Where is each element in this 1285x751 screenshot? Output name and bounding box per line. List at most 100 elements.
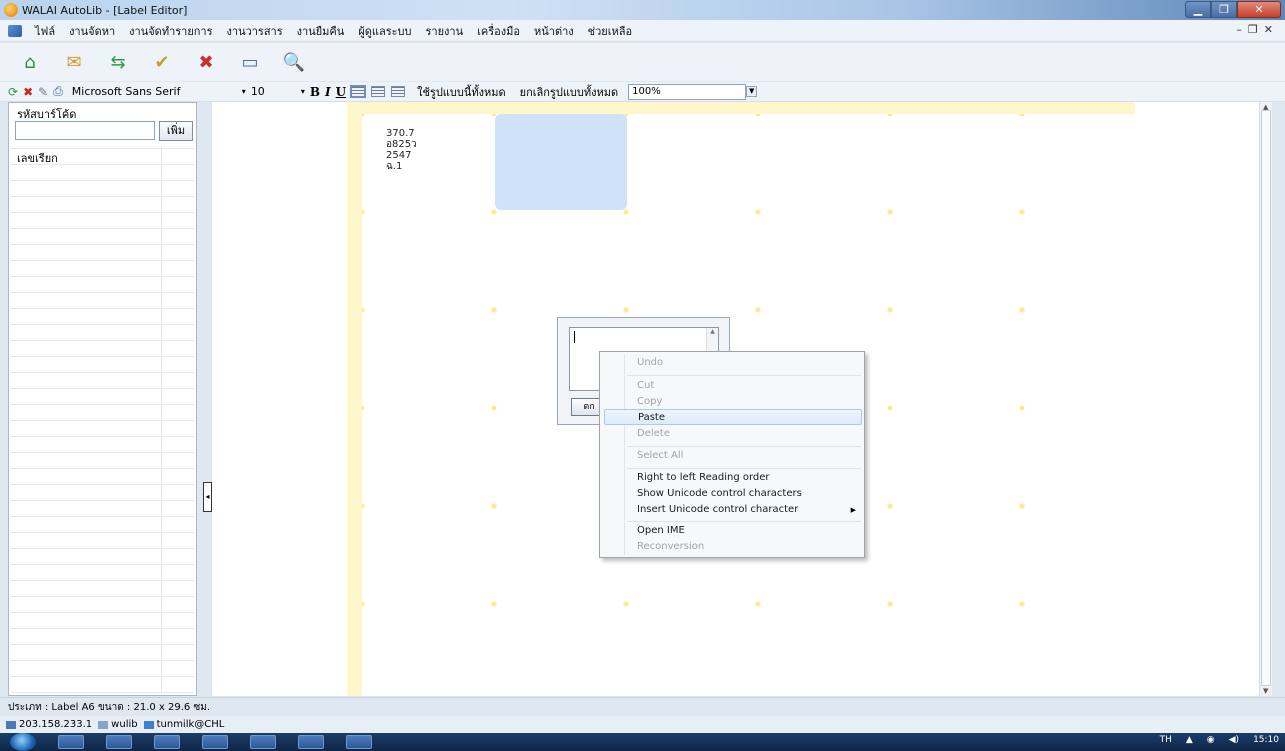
font-name-select[interactable]: Microsoft Sans Serif	[72, 85, 242, 98]
menu-item-show-unicode[interactable]: Show Unicode control characters	[622, 486, 862, 502]
zoom-select[interactable]: 100%	[628, 83, 747, 100]
tools-icon[interactable]: ✎	[38, 85, 48, 99]
align-left-icon[interactable]	[350, 85, 367, 98]
label-line: อ825ว	[386, 139, 417, 150]
main-toolbar: ⌂ ✉ ⇆ ✔ ✖ ▭ 🔍	[0, 43, 1285, 81]
label-type-status: ประเภท : Label A6 ขนาด : 21.0 x 29.6 ซม.	[8, 702, 211, 713]
taskbar: TH ▲ ◉ ◀) 15:10	[0, 733, 1285, 751]
apply-all-button[interactable]: ใช้รูปแบบนี้ทั้งหมด	[417, 83, 506, 101]
refresh-icon[interactable]: ⟳	[8, 85, 18, 99]
italic-button[interactable]: I	[325, 85, 331, 99]
menu-admin[interactable]: ผู้ดูแลระบบ	[351, 22, 418, 40]
minimize-button[interactable]: ▁	[1185, 1, 1211, 18]
close-button[interactable]: ✕	[1237, 1, 1281, 18]
title-bar: WALAI AutoLib - [Label Editor] ▁ ❐ ✕	[0, 0, 1285, 20]
mdi-child-icon[interactable]	[8, 24, 22, 37]
chevron-down-icon[interactable]: ▼	[746, 86, 758, 97]
taskbar-walai-icon[interactable]	[298, 735, 324, 749]
menu-serials[interactable]: งานวารสาร	[220, 22, 290, 40]
connection-status-bar: 203.158.233.1 wulib tunmilk@CHL	[0, 716, 1285, 733]
window-controls: ▁ ❐ ✕	[1185, 1, 1281, 18]
barcode-panel: รหัสบาร์โค้ด เพิ่ม เลขเรียก	[8, 102, 197, 696]
user-status: tunmilk@CHL	[143, 716, 224, 733]
cancel-icon[interactable]: ✖	[192, 48, 220, 76]
transfer-icon[interactable]: ⇆	[104, 48, 132, 76]
format-toolbar: ⟳ ✖ ✎ ⎙ Microsoft Sans Serif ▾ 10 ▾ B I …	[0, 82, 1285, 102]
menu-cataloging[interactable]: งานจัดทำรายการ	[122, 22, 219, 40]
menu-item-cut[interactable]: Cut	[622, 378, 862, 394]
taskbar-ie-icon[interactable]	[58, 735, 84, 749]
user-icon	[143, 720, 154, 729]
search-icon[interactable]: 🔍	[280, 48, 308, 76]
menu-item-paste[interactable]: Paste	[604, 409, 862, 425]
menu-tools[interactable]: เครื่องมือ	[470, 22, 527, 40]
clock[interactable]: 15:10	[1253, 735, 1279, 745]
chevron-down-icon[interactable]: ▾	[301, 87, 305, 96]
menu-help[interactable]: ช่วยเหลือ	[581, 22, 639, 40]
label-line: 2547	[386, 150, 412, 161]
server-icon	[6, 720, 16, 729]
server-status: 203.158.233.1	[6, 716, 92, 733]
label-line: 370.7	[386, 128, 415, 139]
font-size-select[interactable]: 10	[251, 85, 301, 98]
selected-label-cell[interactable]	[495, 114, 627, 210]
scroll-down-icon[interactable]: ▼	[1263, 687, 1268, 695]
menu-bar: ไฟล์ งานจัดหา งานจัดทำรายการ งานวารสาร ง…	[0, 20, 1285, 42]
maximize-button[interactable]: ❐	[1211, 1, 1237, 18]
volume-icon[interactable]: ◀)	[1229, 735, 1239, 745]
menu-acquisition[interactable]: งานจัดหา	[62, 22, 122, 40]
network-icon[interactable]: ◉	[1207, 735, 1215, 745]
menu-item-insert-unicode[interactable]: Insert Unicode control character	[622, 502, 862, 518]
scroll-thumb[interactable]	[1261, 110, 1271, 686]
book-icon[interactable]: ▭	[236, 48, 264, 76]
menu-item-rtl[interactable]: Right to left Reading order	[622, 470, 862, 486]
label-call-number-text[interactable]: 370.7 อ825ว 2547 ฉ.1	[386, 128, 417, 172]
align-right-icon[interactable]	[391, 86, 406, 97]
taskbar-app-icon[interactable]	[250, 735, 276, 749]
menu-separator	[627, 468, 861, 469]
database-icon	[98, 720, 109, 729]
menu-item-reconversion[interactable]: Reconversion	[622, 539, 862, 555]
menu-separator	[627, 521, 861, 522]
system-tray: TH ▲ ◉ ◀) 15:10	[1146, 735, 1279, 745]
menu-reports[interactable]: รายงาน	[419, 22, 471, 40]
taskbar-app-icon[interactable]	[154, 735, 180, 749]
menu-item-delete[interactable]: Delete	[622, 426, 862, 442]
cancel-all-button[interactable]: ยกเลิกรูปแบบทั้งหมด	[520, 83, 618, 101]
label-line: ฉ.1	[386, 161, 403, 172]
menu-separator	[627, 446, 861, 447]
inbox-icon[interactable]: ✉	[60, 48, 88, 76]
start-button[interactable]	[10, 733, 36, 751]
taskbar-app-icon[interactable]	[202, 735, 228, 749]
bold-button[interactable]: B	[310, 85, 320, 99]
print-icon[interactable]: ⎙	[53, 84, 63, 99]
menu-separator	[627, 375, 861, 376]
align-center-icon[interactable]	[371, 86, 386, 97]
splitter-collapse-handle[interactable]: ◂	[203, 482, 212, 512]
delete-icon[interactable]: ✖	[23, 85, 33, 99]
window-title: WALAI AutoLib - [Label Editor]	[22, 3, 188, 17]
underline-button[interactable]: U	[336, 85, 346, 99]
menu-item-copy[interactable]: Copy	[622, 394, 862, 410]
menu-item-undo[interactable]: Undo	[622, 355, 862, 371]
home-icon[interactable]: ⌂	[16, 48, 44, 76]
app-icon	[4, 3, 18, 17]
menu-item-open-ime[interactable]: Open IME	[622, 523, 862, 539]
tray-arrow-icon[interactable]: ▲	[1186, 735, 1193, 745]
add-button[interactable]: เพิ่ม	[159, 121, 193, 141]
text-caret	[574, 331, 575, 343]
menu-file[interactable]: ไฟล์	[28, 22, 62, 40]
chevron-down-icon[interactable]: ▾	[242, 87, 246, 96]
checkin-icon[interactable]: ✔	[148, 48, 176, 76]
barcode-input[interactable]	[15, 121, 155, 140]
menu-window[interactable]: หน้าต่าง	[527, 22, 581, 40]
taskbar-explorer-icon[interactable]	[106, 735, 132, 749]
menu-item-select-all[interactable]: Select All	[622, 448, 862, 464]
vertical-scrollbar[interactable]: ▲ ▼	[1259, 102, 1272, 696]
taskbar-app-icon[interactable]	[346, 735, 372, 749]
call-number-list[interactable]: เลขเรียก	[11, 147, 194, 693]
mdi-controls[interactable]: –​❐​✕	[1236, 23, 1279, 36]
language-indicator[interactable]: TH	[1160, 735, 1172, 745]
menu-circulation[interactable]: งานยืมคืน	[290, 22, 352, 40]
context-menu: Undo Cut Copy Paste Delete Select All Ri…	[599, 351, 865, 558]
